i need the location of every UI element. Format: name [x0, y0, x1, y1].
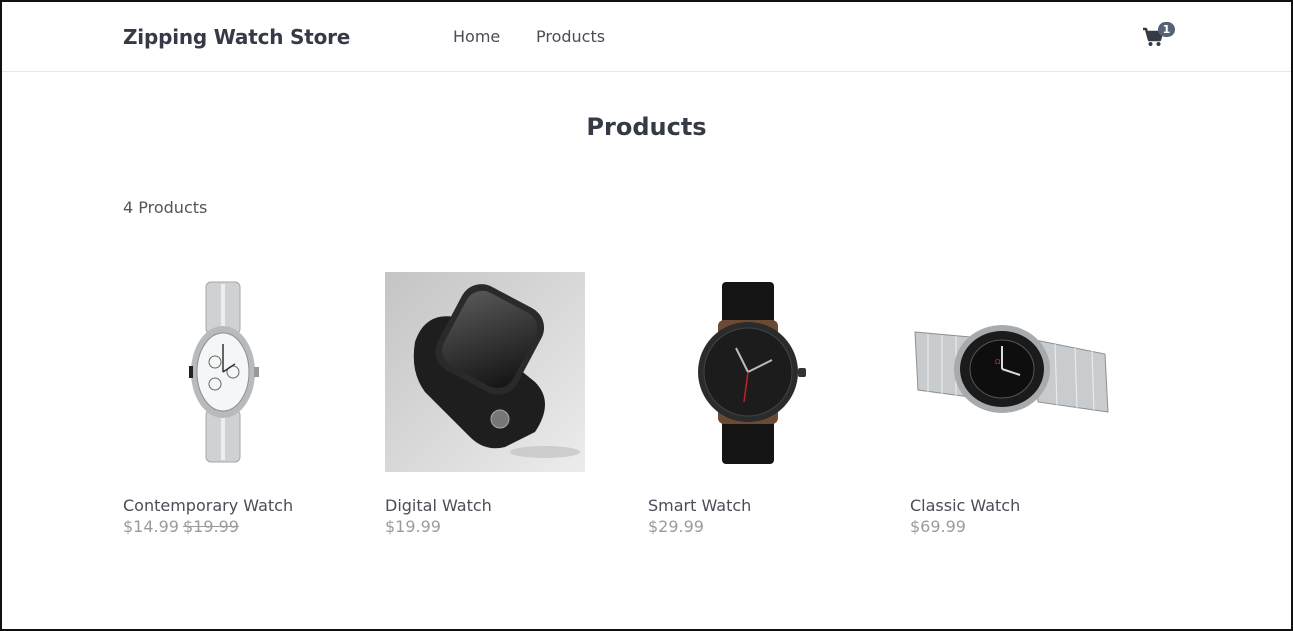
product-name[interactable]: Contemporary Watch: [123, 496, 293, 515]
nav-products-link[interactable]: Products: [536, 27, 605, 46]
product-price: $29.99: [648, 517, 704, 536]
product-count: 4 Products: [123, 198, 208, 217]
product-name[interactable]: Classic Watch: [910, 496, 1020, 515]
black-smartwatch-image[interactable]: [385, 272, 585, 472]
product-name[interactable]: Smart Watch: [648, 496, 751, 515]
product-card-classic-watch[interactable]: Ω Classic Watch $69.99: [910, 272, 1110, 536]
black-leather-watch-image[interactable]: [648, 272, 848, 472]
site-header: Zipping Watch Store Home Products 1: [2, 2, 1291, 72]
cart-count-badge: 1: [1158, 22, 1175, 37]
steel-diver-watch-image[interactable]: Ω: [910, 272, 1110, 472]
cart-button[interactable]: 1: [1142, 22, 1176, 52]
product-card-smart-watch[interactable]: Smart Watch $29.99: [648, 272, 848, 536]
product-card-contemporary-watch[interactable]: Contemporary Watch $14.99 $19.99: [123, 272, 323, 536]
svg-text:Ω: Ω: [995, 358, 1001, 366]
product-price: $14.99 $19.99: [123, 517, 239, 536]
nav-home-link[interactable]: Home: [453, 27, 500, 46]
product-card-digital-watch[interactable]: Digital Watch $19.99: [385, 272, 585, 536]
sale-price: $14.99: [123, 517, 179, 536]
original-price: $19.99: [182, 517, 239, 536]
product-name[interactable]: Digital Watch: [385, 496, 492, 515]
product-price: $19.99: [385, 517, 441, 536]
brand-logo-link[interactable]: Zipping Watch Store: [123, 25, 350, 49]
page-title: Products: [586, 113, 707, 141]
product-price: $69.99: [910, 517, 966, 536]
silver-chronograph-watch-image[interactable]: [123, 272, 323, 472]
